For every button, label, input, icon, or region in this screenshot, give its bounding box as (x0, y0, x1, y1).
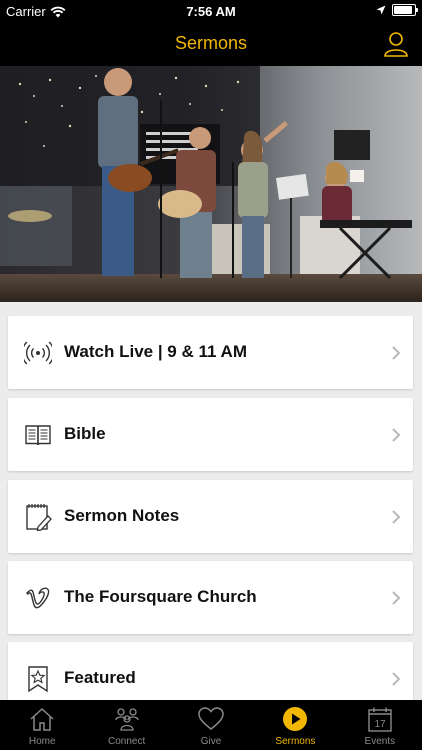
tab-label: Give (200, 736, 222, 747)
book-icon (25, 425, 51, 446)
bookmark-star-icon (28, 666, 48, 693)
tab-label: Home (28, 736, 56, 747)
page-title: Sermons (174, 33, 248, 53)
chevron-right-icon (392, 346, 401, 360)
calendar-day: 17 (374, 719, 386, 730)
tab-label: Sermons (275, 736, 316, 747)
calendar-icon: 17 (368, 707, 392, 732)
tab-connect[interactable]: Connect (84, 700, 168, 750)
heart-icon (198, 707, 224, 730)
tab-give[interactable]: Give (169, 700, 253, 750)
play-icon (283, 707, 308, 731)
menu-item-watch-live[interactable]: Watch Live | 9 & 11 AM (8, 316, 413, 389)
tab-sermons[interactable]: Sermons (253, 700, 337, 750)
tab-events[interactable]: 17 Events (338, 700, 422, 750)
menu-item-label: Sermon Notes (64, 506, 180, 525)
chevron-right-icon (392, 672, 401, 686)
broadcast-icon (24, 341, 52, 365)
profile-icon[interactable] (382, 30, 410, 58)
home-icon (30, 707, 54, 731)
menu-item-sermon-notes[interactable]: Sermon Notes (8, 480, 413, 553)
people-icon (114, 708, 139, 731)
menu-item-bible[interactable]: Bible (8, 398, 413, 471)
tab-home[interactable]: Home (0, 700, 84, 750)
status-time: 7:56 AM (186, 4, 236, 19)
menu-item-label: The Foursquare Church (64, 587, 257, 606)
menu-item-foursquare-church[interactable]: The Foursquare Church (8, 561, 413, 634)
menu-item-label: Watch Live | 9 & 11 AM (64, 342, 247, 361)
navigation-bar: Sermons (0, 22, 422, 66)
location-arrow-icon (376, 5, 386, 15)
tab-bar: Home Connect Give Sermons 17 Events (0, 700, 422, 750)
chevron-right-icon (392, 428, 401, 442)
tab-label: Connect (107, 736, 146, 747)
notes-icon (26, 504, 52, 531)
chevron-right-icon (392, 510, 401, 524)
status-bar: Carrier 7:56 AM (0, 0, 422, 22)
tab-label: Events (364, 736, 396, 747)
hero-image (0, 66, 422, 302)
menu-item-label: Bible (64, 424, 106, 443)
menu-item-label: Featured (64, 668, 136, 687)
vimeo-icon (26, 587, 50, 609)
battery-icon (392, 4, 418, 16)
chevron-right-icon (392, 591, 401, 605)
status-right (376, 4, 418, 16)
